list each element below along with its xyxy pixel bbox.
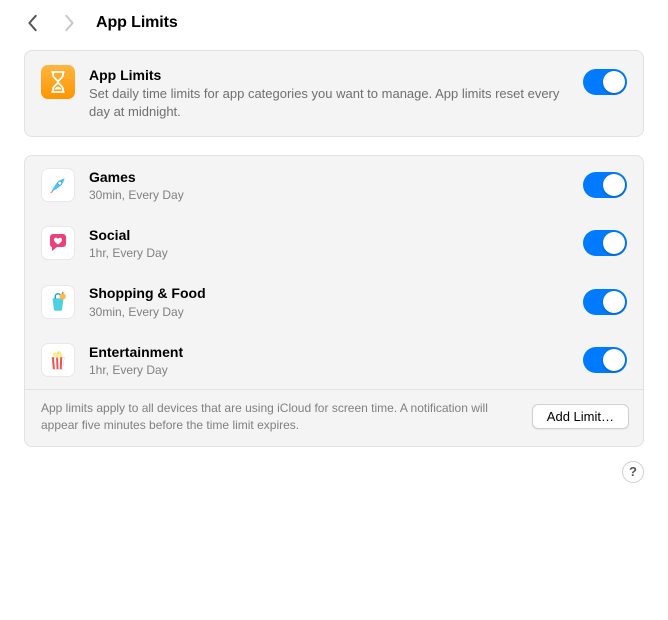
nav-forward-button[interactable] xyxy=(60,14,78,32)
category-row-games[interactable]: Games 30min, Every Day xyxy=(25,156,643,214)
category-detail: 30min, Every Day xyxy=(89,304,571,320)
category-row-shopping-food[interactable]: Shopping & Food 30min, Every Day xyxy=(25,272,643,330)
category-toggle-shopping-food[interactable] xyxy=(583,289,627,315)
shopping-bag-icon xyxy=(47,291,69,313)
category-toggle-entertainment[interactable] xyxy=(583,347,627,373)
nav-arrows xyxy=(24,14,78,32)
category-title: Shopping & Food xyxy=(89,284,571,302)
games-icon xyxy=(41,168,75,202)
app-limits-toggle[interactable] xyxy=(583,69,627,95)
categories-panel: Games 30min, Every Day Social 1hr, Every… xyxy=(24,155,644,447)
category-title: Entertainment xyxy=(89,343,571,361)
app-limits-master-row: App Limits Set daily time limits for app… xyxy=(25,51,643,136)
category-row-entertainment[interactable]: Entertainment 1hr, Every Day xyxy=(25,331,643,389)
page-title: App Limits xyxy=(96,14,178,32)
app-limits-title: App Limits xyxy=(89,66,571,84)
chevron-left-icon xyxy=(27,14,39,32)
app-limits-master-panel: App Limits Set daily time limits for app… xyxy=(24,50,644,137)
category-detail: 30min, Every Day xyxy=(89,187,571,203)
chat-heart-icon xyxy=(46,231,70,255)
hourglass-icon xyxy=(49,71,67,93)
chevron-right-icon xyxy=(63,14,75,32)
category-title: Games xyxy=(89,168,571,186)
rocket-icon xyxy=(47,174,69,196)
categories-footer: App limits apply to all devices that are… xyxy=(25,389,643,446)
app-limits-description: Set daily time limits for app categories… xyxy=(89,85,571,121)
category-title: Social xyxy=(89,226,571,244)
app-limits-icon xyxy=(41,65,75,99)
help-button[interactable]: ? xyxy=(622,461,644,483)
category-row-social[interactable]: Social 1hr, Every Day xyxy=(25,214,643,272)
category-detail: 1hr, Every Day xyxy=(89,362,571,378)
add-limit-button[interactable]: Add Limit… xyxy=(532,404,629,429)
shopping-food-icon xyxy=(41,285,75,319)
entertainment-icon xyxy=(41,343,75,377)
app-limits-master-text: App Limits Set daily time limits for app… xyxy=(89,65,571,122)
popcorn-icon xyxy=(47,348,69,372)
category-toggle-games[interactable] xyxy=(583,172,627,198)
social-icon xyxy=(41,226,75,260)
nav-back-button[interactable] xyxy=(24,14,42,32)
footer-note: App limits apply to all devices that are… xyxy=(41,400,518,434)
category-toggle-social[interactable] xyxy=(583,230,627,256)
category-detail: 1hr, Every Day xyxy=(89,245,571,261)
window-header: App Limits xyxy=(0,0,668,42)
